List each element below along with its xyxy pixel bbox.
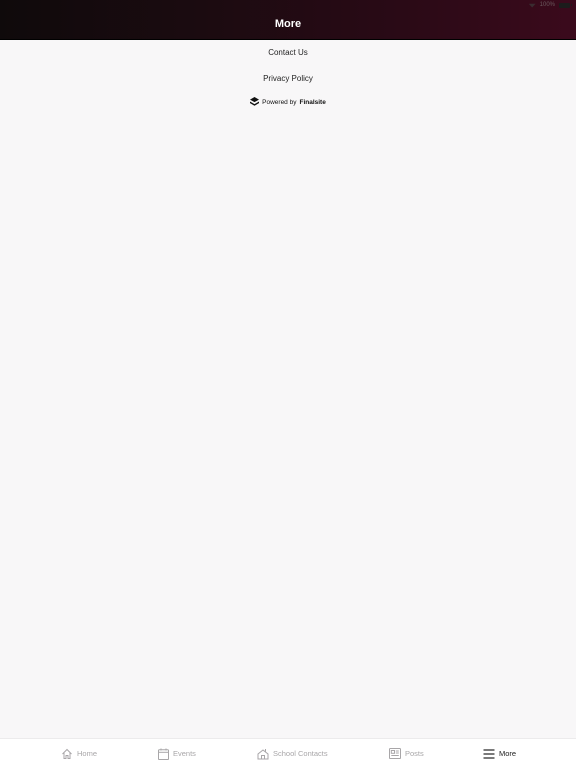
wifi-icon [528,3,536,8]
tab-more[interactable]: More [483,739,516,768]
tab-home-label: Home [77,749,98,758]
home-icon [62,748,72,759]
tab-school-contacts[interactable]: School Contacts [257,739,328,768]
tab-events[interactable]: Events [158,739,196,768]
tab-posts[interactable]: Posts [389,739,424,768]
tab-school-contacts-label: School Contacts [273,749,328,758]
directory-icon [257,748,269,759]
menu-item-privacy-policy[interactable]: Privacy Policy [0,66,576,92]
tab-home[interactable]: Home [61,739,97,768]
calendar-icon [158,748,169,760]
tab-more-label: More [499,749,517,758]
hamburger-menu-icon [483,748,495,759]
page-title: More [274,18,302,30]
news-icon [389,748,401,759]
battery-percent: 100% [539,2,555,8]
finalsite-brand-label: Finalsite [299,98,326,106]
bottom-tab-bar: Home Events School Contacts Posts More [0,738,576,768]
powered-by-label: Powered by [262,98,297,106]
more-menu-list: Contact Us Privacy Policy [0,40,576,92]
powered-by-finalsite[interactable]: Powered by Finalsite [0,97,576,107]
status-indicators: 100% [528,2,572,8]
battery-icon [559,2,572,8]
finalsite-logo-icon [250,97,260,106]
menu-item-contact-us[interactable]: Contact Us [0,40,576,66]
tab-events-label: Events [173,749,196,758]
status-bar: 100% [0,0,576,12]
tab-posts-label: Posts [405,749,424,758]
